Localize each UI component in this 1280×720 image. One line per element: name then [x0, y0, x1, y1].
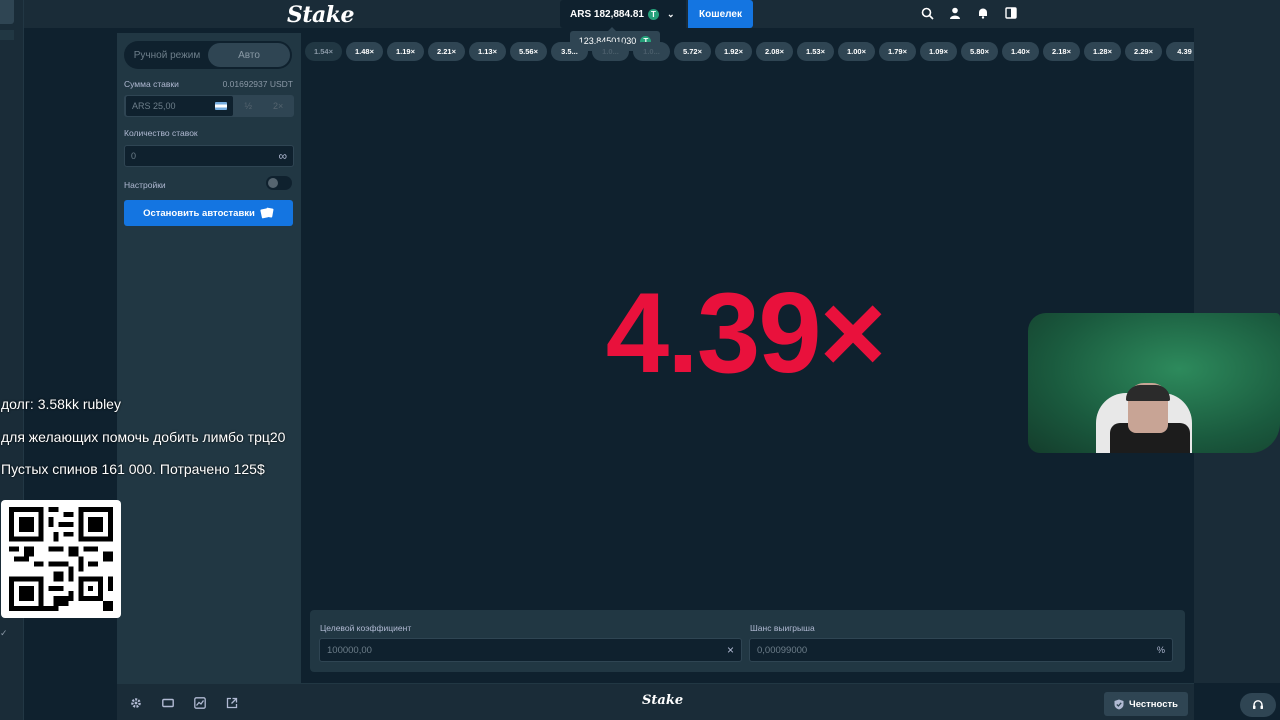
footer-stake-logo: Stake: [642, 693, 684, 708]
stats-icon[interactable]: [193, 697, 207, 709]
history-pill[interactable]: 5.80×: [961, 42, 998, 61]
history-pill[interactable]: 1.53×: [797, 42, 834, 61]
stop-autobet-label: Остановить автоставки: [143, 207, 255, 219]
result-multiplier: 4.39×: [605, 270, 886, 397]
webcam-hair: [1126, 385, 1170, 401]
history-pill[interactable]: 1.40×: [1002, 42, 1039, 61]
result-history: 1.54× 1.48× 1.19× 2.21× 1.13× 5.56× 3.5... 1.0.…: [305, 42, 1194, 62]
stake-logo[interactable]: Stake: [287, 2, 355, 28]
game-inputs-panel: Целевой коэффициент 100000,00 × Шанс выи…: [310, 610, 1185, 672]
overlay-spins-text: Пустых спинов 161 000. Потрачено 125$: [1, 461, 265, 477]
wallet-button[interactable]: Кошелек: [688, 0, 753, 28]
bet-amount-input[interactable]: ARS 25,00: [126, 96, 234, 116]
support-chat-button[interactable]: [1240, 693, 1276, 717]
bet-count-value: 0: [131, 151, 137, 161]
history-pill[interactable]: 1.13×: [469, 42, 506, 61]
left-strip-tab-secondary: [0, 30, 14, 40]
theatre-mode-icon[interactable]: [161, 697, 175, 709]
shield-check-icon: [1114, 699, 1124, 709]
webcam-overlay: [1028, 313, 1280, 453]
chevron-down-icon: ⌄: [666, 8, 675, 19]
clear-icon[interactable]: ×: [727, 643, 734, 657]
bet-amount-label: Сумма ставки: [124, 79, 179, 89]
qr-code-image: [9, 507, 113, 611]
overlay-donate-text: для желающих помочь добить лимбо трц20: [1, 429, 286, 445]
bet-panel: Ручной режим Авто Сумма ставки 0.0169293…: [117, 33, 301, 683]
infinity-icon[interactable]: ∞: [278, 149, 287, 163]
balance-amount: ARS 182,884.81: [570, 8, 644, 20]
history-pill[interactable]: 2.08×: [756, 42, 793, 61]
cards-icon: [260, 207, 274, 219]
target-multiplier-value: 100000,00: [327, 644, 372, 656]
history-pill[interactable]: 1.92×: [715, 42, 752, 61]
target-multiplier-input[interactable]: 100000,00 ×: [319, 638, 742, 662]
history-pill[interactable]: 5.72×: [674, 42, 711, 61]
fairness-button[interactable]: Честность: [1104, 692, 1188, 716]
half-bet-button[interactable]: ½: [233, 101, 263, 111]
tab-auto-mode[interactable]: Авто: [208, 43, 290, 67]
bet-count-input[interactable]: 0 ∞: [124, 145, 294, 167]
game-footer: Stake Честность: [117, 683, 1194, 720]
settings-icon[interactable]: [129, 697, 143, 709]
balance-selector[interactable]: ARS 182,884.81 T ⌄: [560, 0, 686, 28]
history-pill[interactable]: 2.29×: [1125, 42, 1162, 61]
win-chance-label: Шанс выигрыша: [750, 623, 815, 633]
overlay-debt-text: долг: 3.58kk rubley: [1, 396, 121, 412]
history-pill[interactable]: 1.0...: [633, 42, 670, 61]
win-chance-value: 0,00099000: [757, 644, 808, 656]
settings-toggle[interactable]: [266, 176, 292, 190]
mode-switch: Ручной режим Авто: [124, 41, 292, 69]
history-pill[interactable]: 4.39: [1166, 42, 1194, 61]
bet-amount-field: ARS 25,00 ½ 2×: [124, 95, 294, 117]
bet-amount-usdt: 0.01692937 USDT: [222, 79, 293, 89]
left-strip-tab[interactable]: [0, 0, 14, 24]
history-pill[interactable]: 1.54×: [305, 42, 342, 61]
double-bet-button[interactable]: 2×: [263, 101, 293, 111]
fairness-label: Честность: [1129, 698, 1178, 710]
user-icon[interactable]: [946, 4, 964, 22]
bet-count-label: Количество ставок: [124, 128, 198, 138]
popout-icon[interactable]: [225, 697, 239, 709]
headset-icon: [1253, 700, 1263, 709]
stop-autobet-button[interactable]: Остановить автоставки: [124, 200, 293, 226]
history-pill[interactable]: 1.28×: [1084, 42, 1121, 61]
history-pill[interactable]: 5.56×: [510, 42, 547, 61]
settings-label: Настройки: [124, 180, 166, 190]
history-pill[interactable]: 1.79×: [879, 42, 916, 61]
argentina-flag-icon: [215, 102, 228, 110]
percent-icon: %: [1156, 645, 1165, 655]
sidebar-toggle-icon[interactable]: [1002, 4, 1020, 22]
top-icon-bar: [918, 4, 1020, 22]
history-pill[interactable]: 1.0...: [592, 42, 629, 61]
history-pill[interactable]: 1.19×: [387, 42, 424, 61]
tab-manual-mode[interactable]: Ручной режим: [126, 43, 208, 67]
win-chance-input[interactable]: 0,00099000 %: [749, 638, 1173, 662]
bell-icon[interactable]: [974, 4, 992, 22]
history-pill[interactable]: 2.21×: [428, 42, 465, 61]
qr-code: [1, 500, 121, 618]
history-pill[interactable]: 1.00×: [838, 42, 875, 61]
tether-coin-icon: T: [647, 8, 659, 20]
target-multiplier-label: Целевой коэффициент: [320, 623, 412, 633]
history-pill[interactable]: 2.18×: [1043, 42, 1080, 61]
edge-checkmark-icon: ✓: [0, 628, 8, 638]
history-pill[interactable]: 1.09×: [920, 42, 957, 61]
footer-icon-bar: [129, 697, 239, 709]
history-pill[interactable]: 1.48×: [346, 42, 383, 61]
bet-amount-value: ARS 25,00: [132, 101, 176, 111]
history-pill[interactable]: 3.5...: [551, 42, 588, 61]
search-icon[interactable]: [918, 4, 936, 22]
